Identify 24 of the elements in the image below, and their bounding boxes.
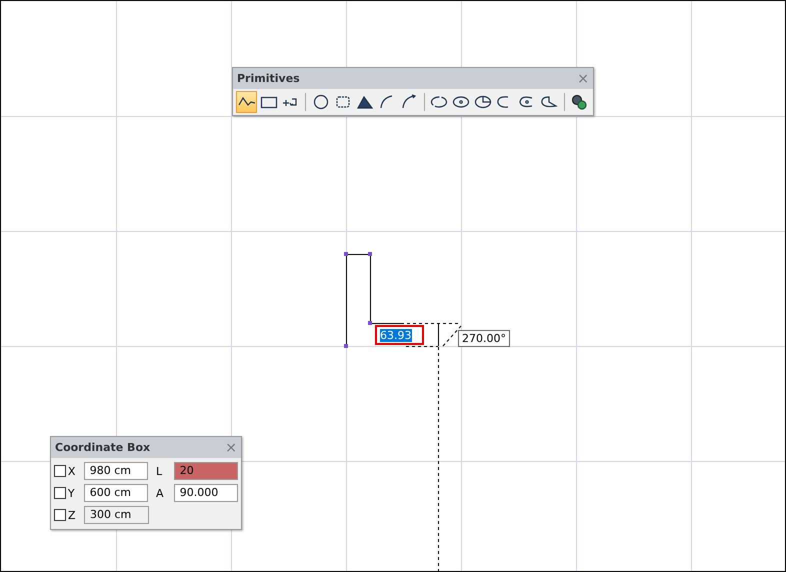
rectangle-icon bbox=[260, 94, 278, 110]
arrow-arc-icon bbox=[400, 94, 418, 110]
ellipse-pie-icon bbox=[474, 94, 492, 110]
axis-checkbox[interactable] bbox=[54, 465, 66, 477]
circle-icon bbox=[312, 94, 330, 110]
axis-label: Z bbox=[68, 508, 77, 522]
ellipse-chord-icon bbox=[540, 94, 558, 110]
param-field[interactable]: 90.000 bbox=[174, 484, 238, 502]
panel-title: Coordinate Box bbox=[55, 441, 150, 454]
axis-label: Y bbox=[68, 486, 76, 500]
param-label: A bbox=[154, 486, 164, 500]
axis-checkbox[interactable] bbox=[54, 487, 66, 499]
ellipse-center-icon bbox=[452, 94, 470, 110]
coordinate-field[interactable]: 600 cm bbox=[84, 484, 148, 502]
param-field[interactable]: 20 bbox=[174, 462, 238, 480]
coordinate-field[interactable]: 980 cm bbox=[84, 462, 148, 480]
polyline-tool-button[interactable] bbox=[236, 91, 258, 113]
cloud-icon bbox=[334, 94, 352, 110]
toolbar-title: Primitives bbox=[237, 72, 300, 85]
angle-label: 270.00° bbox=[458, 330, 510, 347]
length-input[interactable]: 63.93 bbox=[375, 325, 424, 345]
ellipse-icon bbox=[430, 94, 448, 110]
axis-label: X bbox=[68, 464, 76, 478]
param-label: L bbox=[154, 464, 164, 478]
